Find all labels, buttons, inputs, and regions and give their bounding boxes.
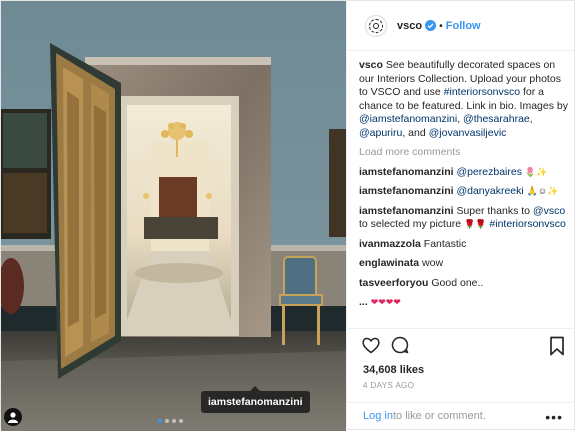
comment-mention[interactable]: @perezbaires [456, 166, 522, 178]
caption-username[interactable]: vsco [359, 59, 383, 71]
more-options-icon[interactable]: ••• [545, 409, 563, 425]
comment-username[interactable]: iamstefanomanzini [359, 166, 454, 178]
likes-count[interactable]: 34,608 likes [363, 364, 424, 376]
comment-mention[interactable]: @vsco [533, 205, 565, 217]
login-link[interactable]: Log in [363, 410, 393, 422]
comment-item: iamstefanomanzini @perezbaires 🌷✨ [359, 166, 571, 180]
comments-list[interactable]: vsco See beautifully decorated spaces on… [359, 59, 571, 327]
comment-emoji: ❤❤❤❤ [370, 297, 401, 307]
login-prompt-text: to like or comment. [392, 410, 486, 422]
comment-username[interactable]: englawinata [359, 257, 419, 269]
interior-scene-image [1, 1, 346, 431]
comment-emoji: 🙏☺✨ [526, 186, 559, 196]
post-username[interactable]: vsco [397, 20, 422, 32]
comment-username[interactable]: iamstefanomanzini [359, 205, 454, 217]
heart-icon[interactable] [361, 335, 381, 355]
avatar[interactable] [365, 14, 387, 37]
carousel-dot [172, 419, 176, 423]
verified-badge-icon [425, 20, 437, 31]
comment-item: ... ❤❤❤❤ [359, 296, 571, 310]
comment-item: englawinata wow [359, 257, 571, 271]
comment-emoji: 🌷✨ [524, 166, 548, 177]
user-tag-icon[interactable] [4, 408, 22, 426]
post-card: iamstefanomanzini vsco • Follow vsco See… [0, 0, 575, 431]
caption-mention[interactable]: @thesarahrae [463, 113, 530, 125]
caption-mention[interactable]: @apuriru [359, 127, 402, 139]
comment-mention[interactable]: @danyakreeki [456, 185, 523, 197]
bookmark-icon[interactable] [549, 336, 565, 356]
comment-username[interactable]: ivanmazzola [359, 238, 421, 250]
post-sidebar: vsco • Follow vsco See beautifully decor… [346, 1, 575, 429]
follow-button[interactable]: Follow [446, 20, 481, 32]
post-actions: 34,608 likes 4 DAYS AGO Log in to like o… [347, 328, 575, 428]
carousel-dot [179, 419, 183, 423]
caption-mention[interactable]: @jovanvasiljevic [429, 127, 507, 139]
post-photo[interactable]: iamstefanomanzini [1, 1, 346, 431]
action-icons [361, 335, 410, 355]
carousel-dot [165, 419, 169, 423]
caption-mention[interactable]: @iamstefanomanzini [359, 113, 457, 125]
comment-text: wow [422, 257, 444, 269]
comment-item: tasveerforyou Good one.. [359, 277, 571, 291]
comment-icon[interactable] [390, 335, 410, 355]
comment-item: ivanmazzola Fantastic [359, 238, 571, 252]
header-separator: • [439, 19, 443, 32]
comment-text: to selected my picture [359, 218, 465, 230]
post-timestamp: 4 DAYS AGO [363, 381, 415, 390]
comment-emoji: 🌹🌹 [464, 219, 487, 229]
caption-text: , and [402, 126, 429, 139]
comment-text: Good one.. [431, 276, 484, 289]
carousel-dot [158, 419, 162, 423]
caption-hashtag[interactable]: #interiorsonvsco [444, 86, 520, 98]
post-header: vsco • Follow [347, 1, 574, 51]
comment-hashtag[interactable]: #interiorsonvsco [489, 218, 565, 230]
post-caption: vsco See beautifully decorated spaces on… [359, 59, 571, 140]
comment-item: iamstefanomanzini @danyakreeki 🙏☺✨ [359, 185, 571, 199]
comment-username[interactable]: iamstefanomanzini [359, 185, 454, 197]
caption-text: , [529, 113, 533, 125]
comment-text: Super thanks to [456, 204, 533, 217]
load-more-comments-button[interactable]: Load more comments [359, 146, 571, 160]
comment-text: Fantastic [423, 237, 467, 250]
carousel-indicator [158, 419, 183, 423]
comment-username[interactable]: ... [359, 296, 368, 308]
login-prompt: Log in to like or comment. ••• [347, 402, 575, 429]
comment-item: iamstefanomanzini Super thanks to @vsco … [359, 205, 571, 232]
user-tag-label[interactable]: iamstefanomanzini [201, 386, 310, 413]
comment-username[interactable]: tasveerforyou [359, 277, 428, 289]
